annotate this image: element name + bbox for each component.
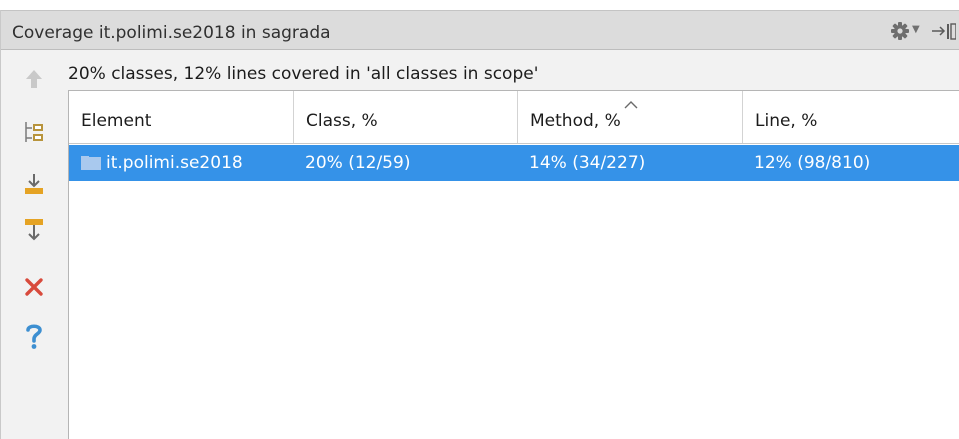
gear-icon[interactable]: ▼	[890, 20, 920, 42]
coverage-table: Element Class, % Method, % Line, % it.po…	[68, 90, 959, 439]
hide-panel-icon[interactable]	[930, 20, 957, 42]
column-header-method[interactable]: Method, %	[518, 91, 743, 143]
line-coverage-cell: 12% (98/810)	[754, 153, 871, 173]
column-header-label: Class, %	[306, 111, 378, 131]
table-header: Element Class, % Method, % Line, %	[69, 91, 959, 144]
coverage-summary: 20% classes, 12% lines covered in 'all c…	[68, 64, 539, 84]
package-folder-icon	[81, 156, 101, 170]
close-icon[interactable]	[21, 273, 47, 301]
element-name: it.polimi.se2018	[106, 153, 243, 173]
column-header-class[interactable]: Class, %	[294, 91, 518, 143]
generate-report-icon[interactable]	[21, 170, 47, 198]
column-header-label: Line, %	[755, 111, 818, 131]
autoscroll-to-source-icon[interactable]	[21, 216, 47, 244]
method-coverage-cell: 14% (34/227)	[529, 153, 646, 173]
help-icon[interactable]	[21, 322, 47, 350]
coverage-tool-window: Coverage it.polimi.se2018 in sagrada ▼ 2…	[0, 10, 959, 439]
column-header-label: Element	[81, 111, 152, 131]
up-arrow-icon[interactable]	[21, 65, 47, 93]
dropdown-caret-icon: ▼	[912, 24, 920, 35]
element-cell: it.polimi.se2018	[81, 145, 243, 181]
tool-window-title-bar: Coverage it.polimi.se2018 in sagrada ▼	[1, 10, 959, 50]
table-row[interactable]: it.polimi.se2018 20% (12/59) 14% (34/227…	[69, 145, 959, 181]
sort-ascending-icon	[623, 95, 639, 114]
coverage-toolbar	[1, 50, 67, 439]
column-header-element[interactable]: Element	[69, 91, 294, 143]
column-header-label: Method, %	[530, 111, 621, 131]
tool-window-title: Coverage it.polimi.se2018 in sagrada	[12, 23, 331, 43]
column-header-line[interactable]: Line, %	[743, 91, 959, 143]
class-coverage-cell: 20% (12/59)	[305, 153, 411, 173]
flatten-packages-icon[interactable]	[21, 118, 47, 146]
window-top-strip	[0, 0, 959, 10]
title-bar-actions: ▼	[890, 20, 957, 42]
